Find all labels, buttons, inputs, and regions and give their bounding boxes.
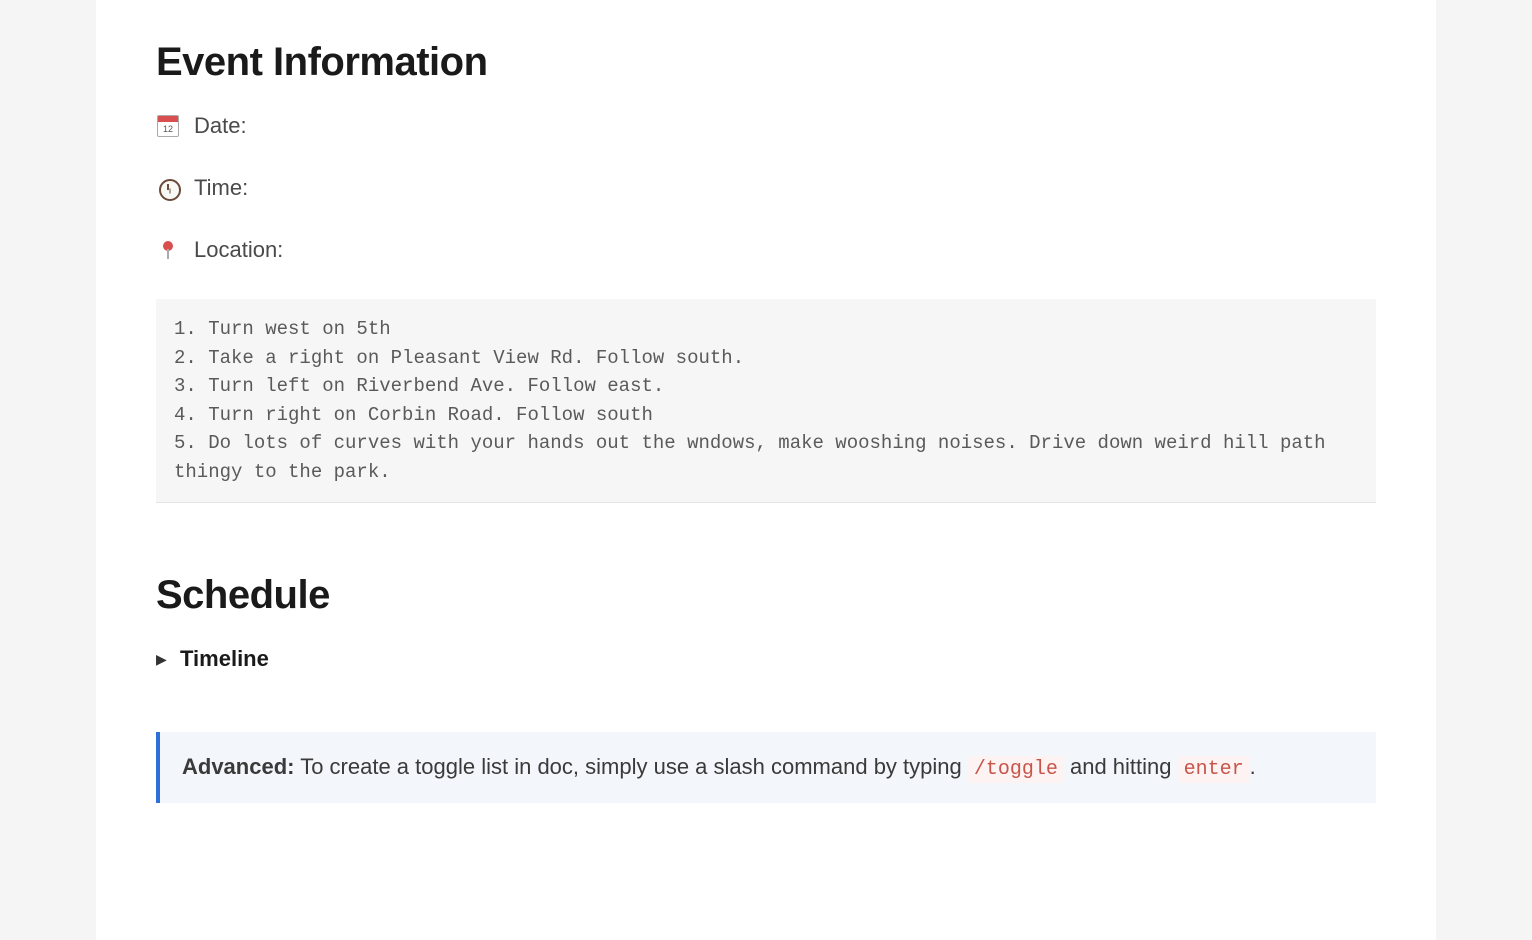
directions-code-block[interactable]: 1. Turn west on 5th 2. Take a right on P…: [156, 299, 1376, 503]
pin-icon: [156, 238, 180, 262]
timeline-toggle-label: Timeline: [180, 646, 269, 672]
schedule-section: Schedule ▶ Timeline Advanced: To create …: [156, 573, 1376, 803]
callout-text-3: .: [1250, 754, 1256, 779]
event-info-location-row[interactable]: Location:: [156, 237, 1376, 263]
callout-strong: Advanced:: [182, 754, 294, 779]
callout-text-1: To create a toggle list in doc, simply u…: [294, 754, 967, 779]
schedule-heading: Schedule: [156, 573, 1376, 618]
inline-code-toggle: /toggle: [968, 756, 1064, 783]
clock-icon: [156, 176, 180, 200]
date-label: Date:: [194, 113, 247, 139]
location-label: Location:: [194, 237, 283, 263]
event-info-date-row[interactable]: Date:: [156, 113, 1376, 139]
callout-text-2: and hitting: [1064, 754, 1178, 779]
timeline-toggle[interactable]: ▶ Timeline: [156, 646, 1376, 672]
advanced-callout: Advanced: To create a toggle list in doc…: [156, 732, 1376, 803]
calendar-icon: [156, 114, 180, 138]
inline-code-enter: enter: [1178, 756, 1250, 783]
chevron-right-icon: ▶: [156, 651, 170, 668]
time-label: Time:: [194, 175, 248, 201]
event-info-heading: Event Information: [156, 40, 1376, 85]
document-page: Event Information Date: Time: Location: …: [96, 0, 1436, 940]
event-info-time-row[interactable]: Time:: [156, 175, 1376, 201]
